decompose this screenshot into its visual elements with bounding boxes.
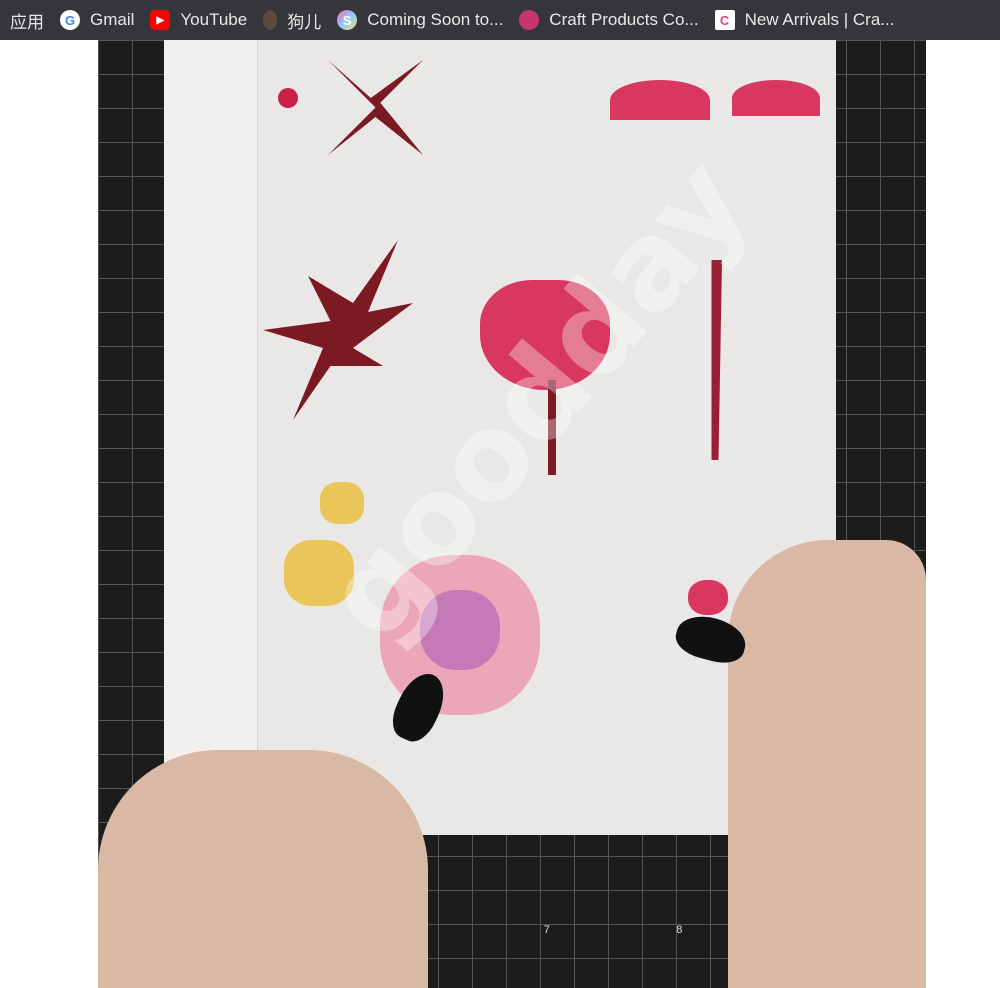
bookmark-label: Gmail [90,10,135,29]
flower-icon [519,10,540,30]
pink-stem-1 [610,80,710,120]
dog-icon [263,10,278,30]
small-pink-flower [688,580,728,615]
ruler-number: 8 [676,924,683,936]
ruler-number: 7 [543,924,550,936]
google-icon: G [60,10,80,30]
bookmark-dog[interactable]: 狗儿 [255,4,329,36]
bookmark-label: Coming Soon to... [367,10,504,29]
bookmark-craft-products[interactable]: Craft Products Co... [511,4,706,36]
s-logo-icon: S [337,10,358,30]
dot [278,88,298,108]
bookmark-label: 应用 [10,12,44,32]
bookmark-new-arrivals[interactable]: C New Arrivals | Cra... [707,4,903,36]
paper-strip [164,40,258,835]
bookmark-label: 狗儿 [287,12,322,32]
bookmarks-bar: 应用 G Gmail ▶ YouTube 狗儿 S Coming Soon to...… [0,0,1000,40]
bookmark-apps[interactable]: 应用 [2,4,52,36]
pink-stem-2 [732,80,820,116]
left-hand [98,750,428,988]
bookmark-label: New Arrivals | Cra... [744,10,895,29]
bookmark-label: YouTube [180,10,248,29]
bookmark-label: Craft Products Co... [549,10,699,29]
right-hand [728,540,926,988]
bookmark-youtube[interactable]: ▶ YouTube [142,4,255,36]
craft-photo: 6 7 8 9 goodday [98,40,926,988]
bookmark-gmail[interactable]: G Gmail [52,4,142,36]
bookmark-coming-soon[interactable]: S Coming Soon to... [329,4,511,36]
youtube-icon: ▶ [150,10,171,30]
c-logo-icon: C [714,10,735,30]
